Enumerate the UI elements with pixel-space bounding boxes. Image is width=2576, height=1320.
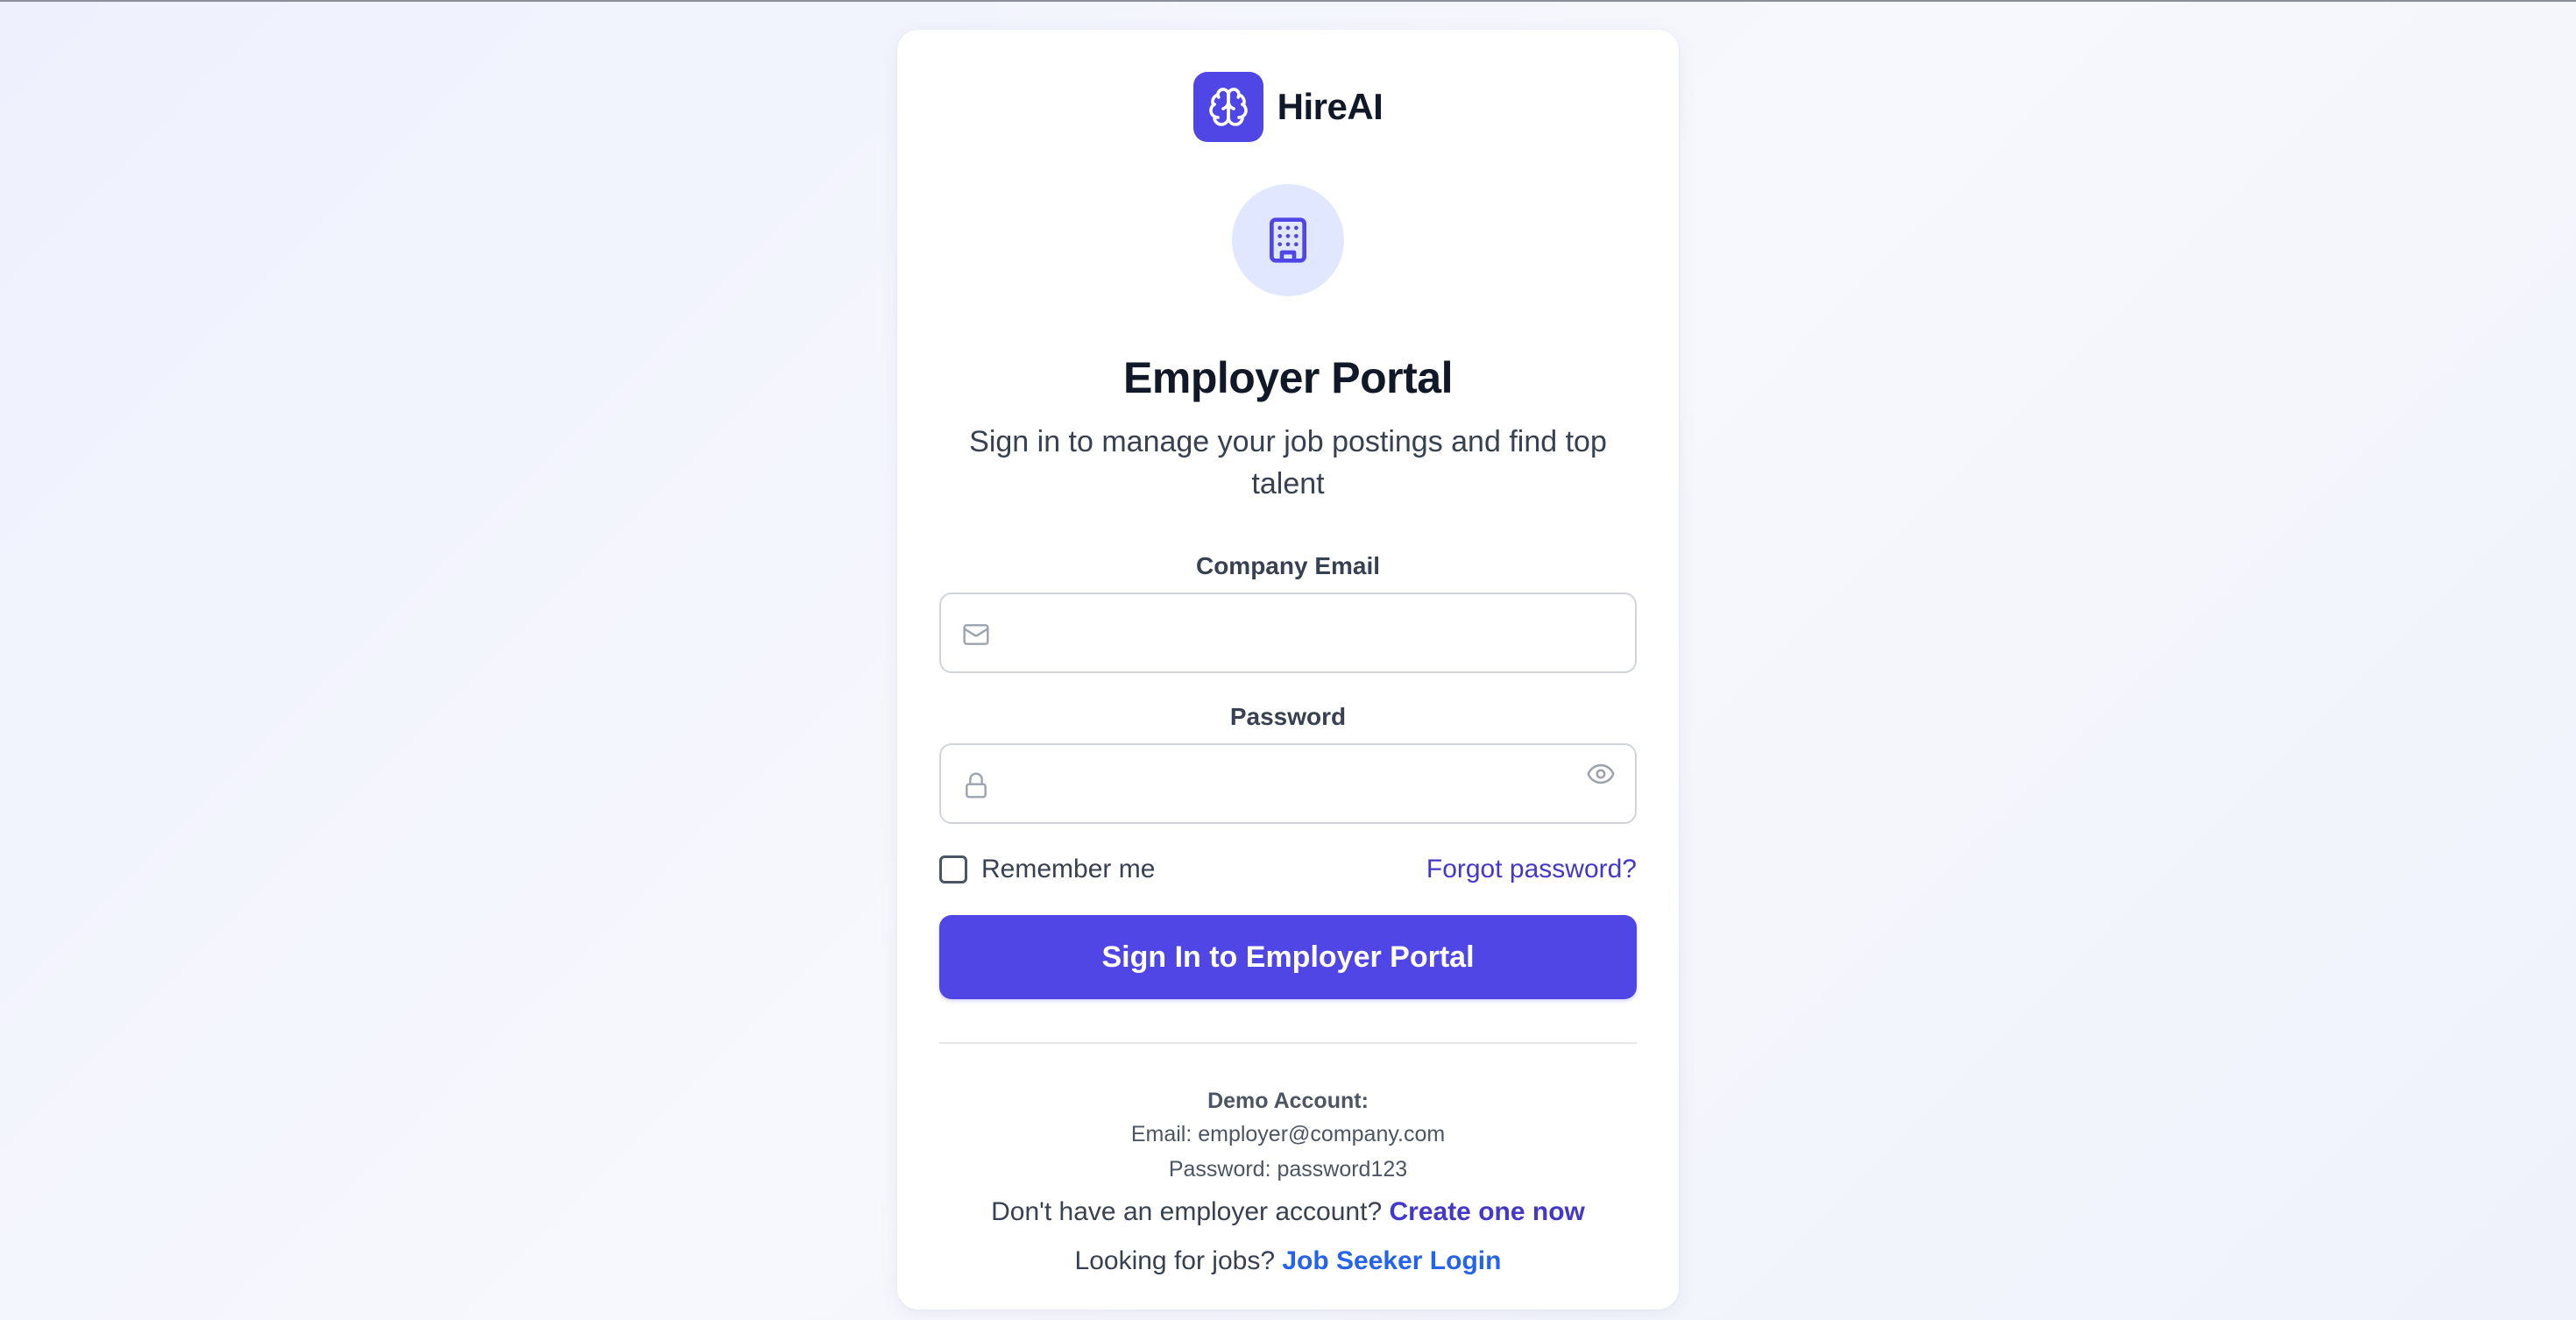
remember-me-label: Remember me <box>981 855 1156 884</box>
eye-icon[interactable] <box>1586 759 1616 789</box>
building-icon <box>1270 217 1306 263</box>
password-field[interactable] <box>939 743 1637 824</box>
sign-in-button[interactable]: Sign In to Employer Portal <box>939 915 1637 999</box>
demo-title: Demo Account: <box>1207 1089 1369 1113</box>
window-top-border <box>0 0 2576 2</box>
lock-icon <box>966 772 987 798</box>
remember-me-checkbox[interactable] <box>939 855 967 884</box>
remember-me-toggle[interactable]: Remember me <box>939 855 1155 884</box>
demo-password: Password: password123 <box>1168 1157 1408 1182</box>
forgot-password-link[interactable]: Forgot password? <box>1426 855 1637 884</box>
brain-icon <box>1208 88 1248 126</box>
job-seeker-row: Looking for jobs? Job Seeker Login <box>897 1246 1679 1276</box>
demo-email: Email: employer@company.com <box>1130 1122 1446 1146</box>
demo-account-info: Demo Account: Email: employer@company.co… <box>897 1085 1679 1187</box>
login-card: HireAI Employer Portal Sign in to manage… <box>897 30 1679 1309</box>
mail-icon <box>963 624 989 645</box>
divider <box>939 1042 1637 1044</box>
page-title: Employer Portal <box>1123 353 1453 402</box>
email-field[interactable] <box>939 593 1637 673</box>
signup-row: Don't have an employer account? Create o… <box>897 1197 1679 1227</box>
job-seeker-login-link[interactable]: Job Seeker Login <box>1282 1246 1501 1275</box>
job-seeker-prompt: Looking for jobs? <box>1074 1246 1276 1275</box>
email-label: Company Email <box>1195 552 1381 579</box>
create-account-link[interactable]: Create one now <box>1389 1197 1584 1226</box>
options-row: Remember me Forgot password? <box>939 852 1637 887</box>
brand-header: HireAI <box>897 72 1679 142</box>
password-label: Password <box>1229 703 1347 730</box>
password-input[interactable] <box>1004 745 1565 822</box>
brand-name: HireAI <box>1277 86 1384 127</box>
email-input[interactable] <box>1004 594 1565 671</box>
page-subtitle: Sign in to manage your job postings and … <box>969 425 1607 500</box>
portal-icon-badge <box>1232 184 1344 296</box>
brand-logo <box>1192 72 1263 142</box>
signup-prompt: Don't have an employer account? <box>991 1197 1383 1226</box>
